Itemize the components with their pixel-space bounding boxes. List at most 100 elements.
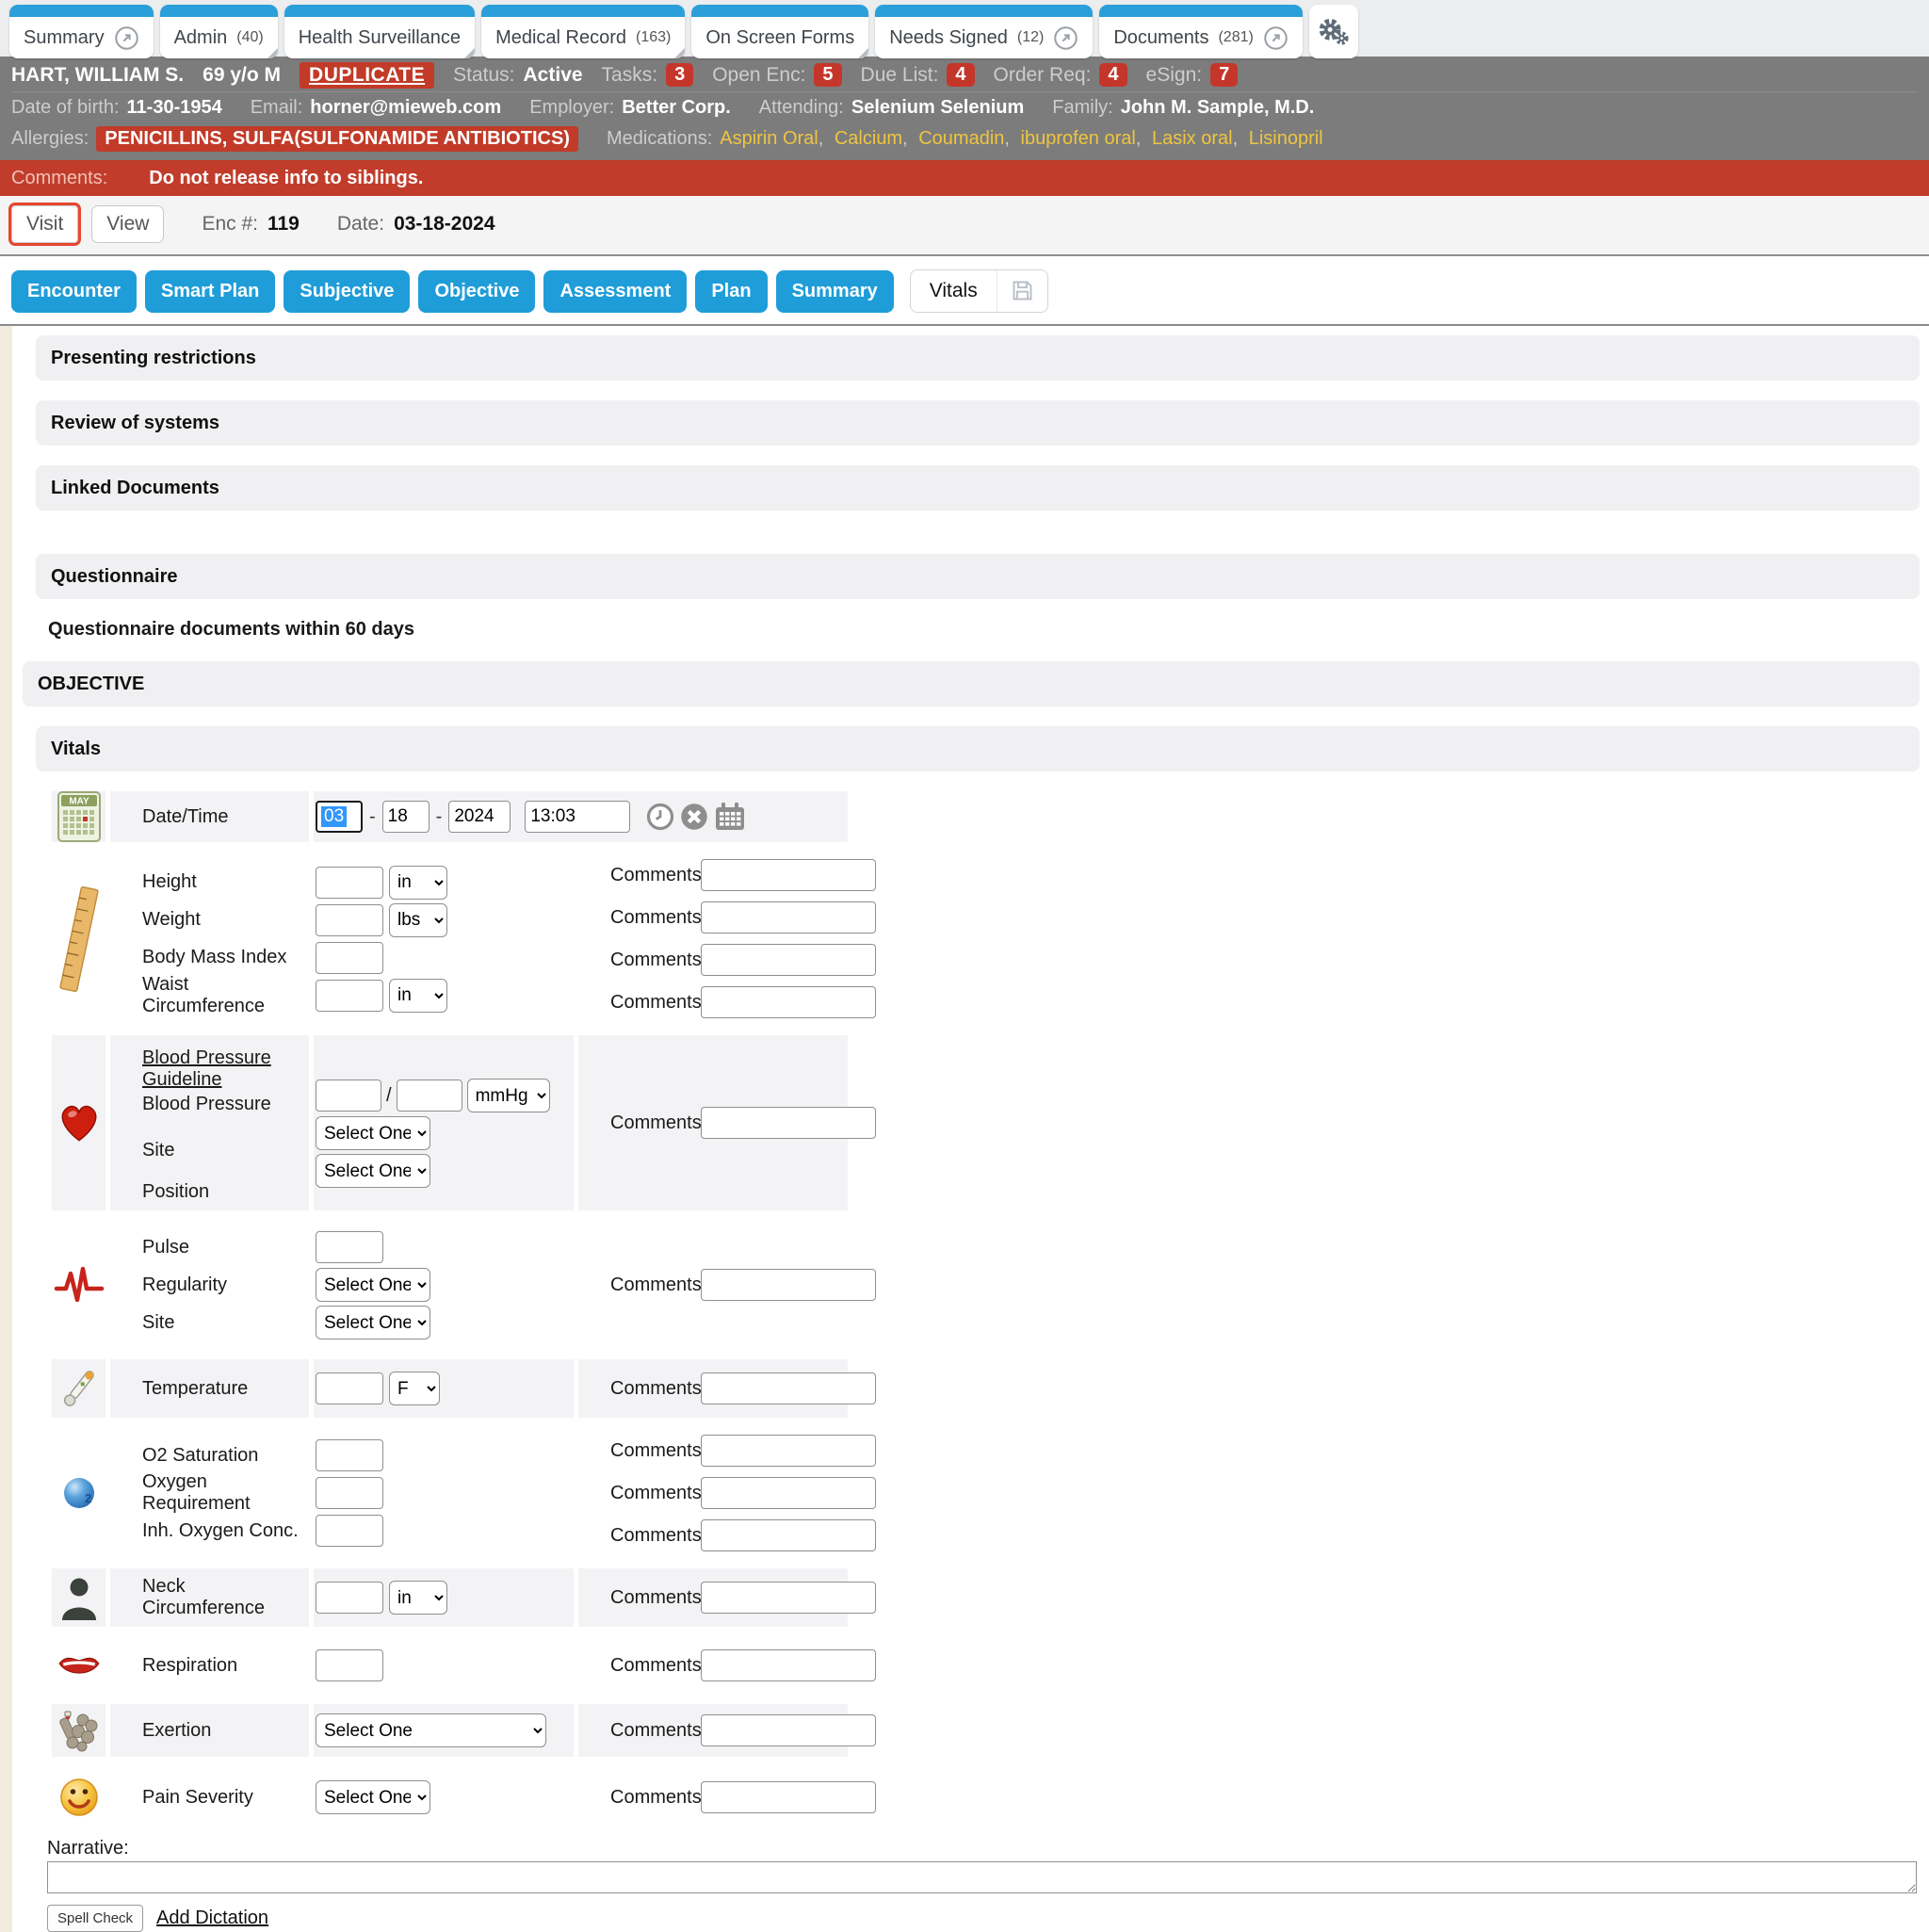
neck-circumference-input[interactable] <box>316 1582 383 1614</box>
date-year-input[interactable] <box>448 801 511 833</box>
tab-on-screen-forms[interactable]: On Screen Forms <box>691 5 868 58</box>
medication-item[interactable]: Lasix oral <box>1152 128 1233 149</box>
encounter-button[interactable]: Encounter <box>11 270 137 313</box>
weight-input[interactable] <box>316 904 383 936</box>
assessment-button[interactable]: Assessment <box>543 270 687 313</box>
exertion-comments-input[interactable] <box>701 1714 876 1746</box>
section-questionnaire[interactable]: Questionnaire <box>36 554 1920 599</box>
bp-site-select[interactable]: Select One <box>316 1116 430 1150</box>
comments-label: Comments <box>610 907 701 929</box>
tab-summary[interactable]: Summary <box>9 5 154 58</box>
date-day-input[interactable] <box>382 801 430 833</box>
respiration-input[interactable] <box>316 1649 383 1681</box>
waist-comments-input[interactable] <box>701 986 876 1018</box>
o2-saturation-comments-input[interactable] <box>701 1435 876 1467</box>
medication-item[interactable]: Lisinopril <box>1249 128 1323 149</box>
o2-saturation-input[interactable] <box>316 1439 383 1471</box>
summary-button[interactable]: Summary <box>776 270 894 313</box>
temperature-unit-select[interactable]: F <box>389 1372 440 1405</box>
oxygen-requirement-comments-input[interactable] <box>701 1477 876 1509</box>
section-linked-documents[interactable]: Linked Documents <box>36 465 1920 511</box>
bp-guideline-link[interactable]: Blood Pressure Guideline <box>142 1047 309 1091</box>
enc-date-value: 03-18-2024 <box>394 213 494 235</box>
order-req-count-badge[interactable]: 4 <box>1099 63 1127 87</box>
weight-comments-input[interactable] <box>701 901 876 934</box>
date-separator: - <box>369 806 376 828</box>
tab-documents[interactable]: Documents(281) <box>1099 5 1303 58</box>
pulse-site-select[interactable]: Select One <box>316 1306 430 1339</box>
section-presenting-restrictions[interactable]: Presenting restrictions <box>36 335 1920 381</box>
spell-check-button[interactable]: Spell Check <box>47 1905 143 1932</box>
calendar-picker-icon[interactable] <box>714 802 746 832</box>
esign-count-badge[interactable]: 7 <box>1210 63 1238 87</box>
exertion-select[interactable]: Select One <box>316 1713 546 1747</box>
time-input[interactable] <box>525 801 630 833</box>
tab-fold-indicator <box>464 48 475 58</box>
clear-date-icon[interactable] <box>680 803 708 831</box>
height-unit-select[interactable]: in <box>389 866 447 900</box>
tab-admin[interactable]: Admin(40) <box>160 5 278 58</box>
medication-item[interactable]: ibuprofen oral <box>1021 128 1136 149</box>
height-comments-input[interactable] <box>701 859 876 891</box>
subjective-button[interactable]: Subjective <box>284 270 410 313</box>
pain-severity-select[interactable]: Select One <box>316 1780 430 1814</box>
open-arrow-icon[interactable] <box>1053 25 1078 51</box>
neck-comments-input[interactable] <box>701 1582 876 1614</box>
neck-unit-select[interactable]: in <box>389 1581 447 1615</box>
oxygen-requirement-input[interactable] <box>316 1477 383 1509</box>
section-objective[interactable]: OBJECTIVE <box>23 661 1920 706</box>
objective-button[interactable]: Objective <box>418 270 535 313</box>
bmi-input[interactable] <box>316 942 383 974</box>
tab-needs-signed[interactable]: Needs Signed(12) <box>875 5 1093 58</box>
bmi-comments-input[interactable] <box>701 944 876 976</box>
bp-systolic-input[interactable] <box>316 1080 381 1112</box>
view-tab-button[interactable]: View <box>91 205 164 243</box>
order-req-label: Order Req: <box>994 64 1092 87</box>
weight-unit-select[interactable]: lbs <box>389 903 447 937</box>
visit-tab-button[interactable]: Visit <box>11 205 78 243</box>
inh-oxygen-conc-comments-input[interactable] <box>701 1519 876 1551</box>
bp-unit-select[interactable]: mmHg <box>467 1079 550 1112</box>
tasks-count-badge[interactable]: 3 <box>666 63 693 87</box>
section-label: Presenting restrictions <box>51 348 256 369</box>
tab-medical-record[interactable]: Medical Record(163) <box>481 5 685 58</box>
inh-oxygen-conc-input[interactable] <box>316 1515 383 1547</box>
height-input[interactable] <box>316 867 383 899</box>
date-month-input[interactable]: 03 <box>316 801 363 833</box>
vitals-active-tab[interactable]: Vitals <box>910 269 1048 313</box>
bp-position-select[interactable]: Select One <box>316 1154 430 1188</box>
section-vitals[interactable]: Vitals <box>36 726 1920 771</box>
temperature-input[interactable] <box>316 1372 383 1404</box>
respiration-comments-input[interactable] <box>701 1649 876 1681</box>
save-button[interactable] <box>997 272 1047 311</box>
heart-icon <box>57 1102 101 1144</box>
open-arrow-icon[interactable] <box>1263 25 1289 51</box>
tab-health-surveillance[interactable]: Health Surveillance <box>284 5 475 58</box>
open-enc-count-badge[interactable]: 5 <box>814 63 841 87</box>
bp-diastolic-input[interactable] <box>397 1080 462 1112</box>
section-review-of-systems[interactable]: Review of systems <box>36 400 1920 446</box>
pain-comments-input[interactable] <box>701 1781 876 1813</box>
plan-button[interactable]: Plan <box>695 270 767 313</box>
settings-button[interactable] <box>1309 5 1358 58</box>
due-list-count-badge[interactable]: 4 <box>947 63 974 87</box>
tab-cap <box>481 5 685 17</box>
duplicate-flag-badge[interactable]: DUPLICATE <box>300 62 434 89</box>
temperature-comments-input[interactable] <box>701 1372 876 1404</box>
allergies-label: Allergies: <box>11 128 89 150</box>
medication-item[interactable]: Coumadin <box>918 128 1004 149</box>
pulse-comments-input[interactable] <box>701 1269 876 1301</box>
bp-comments-input[interactable] <box>701 1107 876 1139</box>
narrative-textarea[interactable] <box>47 1861 1917 1893</box>
medication-item[interactable]: Calcium <box>835 128 902 149</box>
waist-unit-select[interactable]: in <box>389 979 447 1013</box>
add-dictation-link[interactable]: Add Dictation <box>156 1908 268 1929</box>
clock-icon[interactable] <box>646 803 674 831</box>
regularity-select[interactable]: Select One <box>316 1268 430 1302</box>
allergies-badge[interactable]: PENICILLINS, SULFA(SULFONAMIDE ANTIBIOTI… <box>96 126 578 152</box>
medication-item[interactable]: Aspirin Oral <box>720 128 818 149</box>
smart-plan-button[interactable]: Smart Plan <box>145 270 275 313</box>
open-arrow-icon[interactable] <box>114 25 139 51</box>
pulse-input[interactable] <box>316 1231 383 1263</box>
waist-input[interactable] <box>316 980 383 1012</box>
